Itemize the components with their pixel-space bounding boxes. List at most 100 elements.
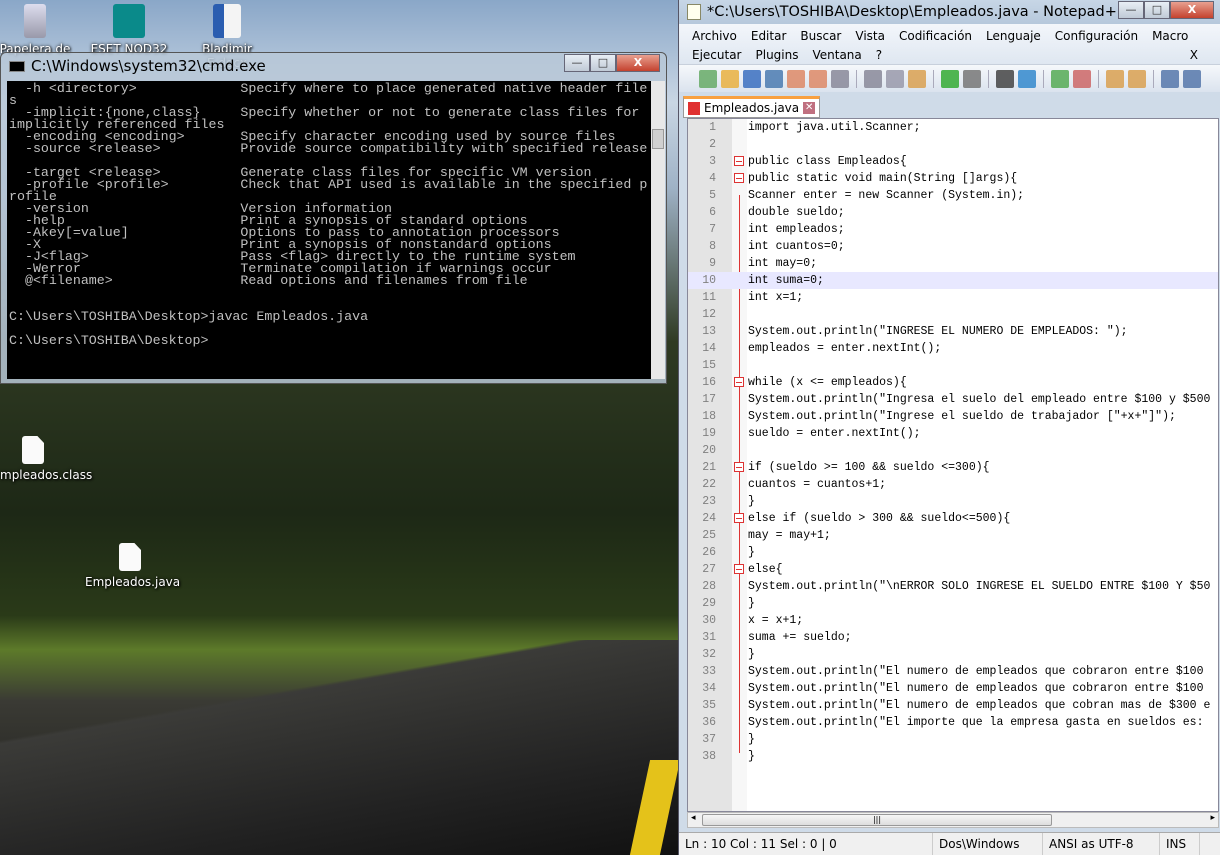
console-line: -h <directory> Specify where to place ge… [9,81,648,96]
code-line: 22 cuantos = cuantos+1; [688,476,1218,493]
sync-h-icon[interactable] [1128,69,1146,88]
fold-toggle-icon[interactable] [734,513,744,523]
code-line: 28 System.out.println("\nERROR SOLO INGRE… [688,578,1218,595]
desktop-icon-java[interactable]: Empleados.java [85,543,180,589]
code-text: int cuantos=0; [748,240,845,253]
code-text: double sueldo; [748,206,845,219]
code-text: sueldo = enter.nextInt(); [748,427,921,440]
close-all-icon[interactable] [809,69,827,88]
icon-label: mpleados.class [0,468,93,482]
menu-configuracion[interactable]: Configuración [1055,27,1138,46]
save-icon[interactable] [743,69,761,88]
show-all-icon[interactable] [1183,69,1201,88]
line-number: 26 [702,546,716,559]
code-line: 23} [688,493,1218,510]
code-line: 31 suma += sueldo; [688,629,1218,646]
zoom-in-icon[interactable] [1051,69,1069,88]
code-line: 12 [688,306,1218,323]
save-all-icon[interactable] [765,69,783,88]
replace-icon[interactable] [1018,69,1036,88]
line-number: 37 [702,733,716,746]
maximize-button[interactable]: □ [1144,1,1170,19]
new-icon[interactable] [699,69,717,88]
menu-help[interactable]: ? [876,46,882,65]
tab-close-icon[interactable]: ✕ [803,102,816,114]
toolbar-separator [1098,69,1099,88]
code-line: 6 double sueldo; [688,204,1218,221]
close-button[interactable]: X [616,54,660,72]
word-wrap-icon[interactable] [1161,69,1179,88]
status-encoding: ANSI as UTF-8 [1043,833,1160,855]
menu-codificacion[interactable]: Codificación [899,27,972,46]
menu-plugins[interactable]: Plugins [756,46,799,65]
paste-icon[interactable] [908,69,926,88]
code-text: int x=1; [748,291,804,304]
menu-vista[interactable]: Vista [855,27,885,46]
code-line: 20 [688,442,1218,459]
menu-ejecutar[interactable]: Ejecutar [692,46,742,65]
fold-toggle-icon[interactable] [734,564,744,574]
tab-bar: Empleados.java ✕ [679,92,1220,118]
menu-archivo[interactable]: Archivo [692,27,737,46]
code-text: } [748,546,755,559]
menu-ventana[interactable]: Ventana [812,46,861,65]
line-number: 13 [702,325,716,338]
toolbar-separator [1153,69,1154,88]
menu-buscar[interactable]: Buscar [800,27,841,46]
maximize-button[interactable]: □ [590,54,616,72]
find-icon[interactable] [996,69,1014,88]
file-icon [119,543,141,571]
menu-editar[interactable]: Editar [751,27,787,46]
scroll-thumb[interactable]: ||| [702,814,1052,826]
line-number: 25 [702,529,716,542]
scroll-right-icon[interactable]: ▸ [1210,813,1215,823]
cmd-scrollbar[interactable] [651,81,665,379]
minimize-button[interactable]: — [564,54,590,72]
code-line: 36 System.out.println("El importe que la … [688,714,1218,731]
line-number: 17 [702,393,716,406]
notepadpp-icon [687,4,701,20]
cut-icon[interactable] [864,69,882,88]
cmd-title: C:\Windows\system32\cmd.exe [31,57,266,75]
code-line: 26} [688,544,1218,561]
cmd-window[interactable]: C:\Windows\system32\cmd.exe — □ X -h <di… [0,52,667,384]
fold-toggle-icon[interactable] [734,156,744,166]
line-number: 34 [702,682,716,695]
close-button[interactable]: X [1170,1,1214,19]
menu-lenguaje[interactable]: Lenguaje [986,27,1041,46]
line-number: 5 [709,189,716,202]
cmd-console[interactable]: -h <directory> Specify where to place ge… [7,81,651,379]
desktop-icon-class[interactable]: mpleados.class [0,436,93,482]
redo-icon[interactable] [963,69,981,88]
code-line: 15 [688,357,1218,374]
desktop-icon-recycle-bin[interactable]: Papelera de [0,4,80,56]
desktop-icon-eset[interactable]: ESET NOD32 [84,4,174,56]
code-line: 33 System.out.println("El numero de emple… [688,663,1218,680]
notepadpp-window[interactable]: *C:\Users\TOSHIBA\Desktop\Empleados.java… [678,0,1220,855]
fold-toggle-icon[interactable] [734,377,744,387]
menu-macro[interactable]: Macro [1152,27,1188,46]
zoom-out-icon[interactable] [1073,69,1091,88]
minimize-button[interactable]: — [1118,1,1144,19]
code-text: } [748,733,755,746]
print-icon[interactable] [831,69,849,88]
sync-v-icon[interactable] [1106,69,1124,88]
undo-icon[interactable] [941,69,959,88]
code-editor[interactable]: 1 import java.util.Scanner; 2 3 public class… [687,118,1219,812]
code-line: 3 public class Empleados{ [688,153,1218,170]
line-number: 36 [702,716,716,729]
scroll-thumb[interactable] [652,129,664,149]
fold-toggle-icon[interactable] [734,173,744,183]
close-icon[interactable] [787,69,805,88]
line-number: 15 [702,359,716,372]
npp-title: *C:\Users\TOSHIBA\Desktop\Empleados.java… [707,4,1130,20]
tab-empleados-java[interactable]: Empleados.java ✕ [683,96,821,118]
close-document-button[interactable]: X [1190,46,1198,65]
fold-toggle-icon[interactable] [734,462,744,472]
status-mode: INS [1160,833,1200,855]
copy-icon[interactable] [886,69,904,88]
open-icon[interactable] [721,69,739,88]
horizontal-scrollbar[interactable]: ◂ ||| ▸ [687,812,1219,828]
scroll-left-icon[interactable]: ◂ [691,813,696,823]
code-line: 17 System.out.println("Ingresa el suelo d… [688,391,1218,408]
